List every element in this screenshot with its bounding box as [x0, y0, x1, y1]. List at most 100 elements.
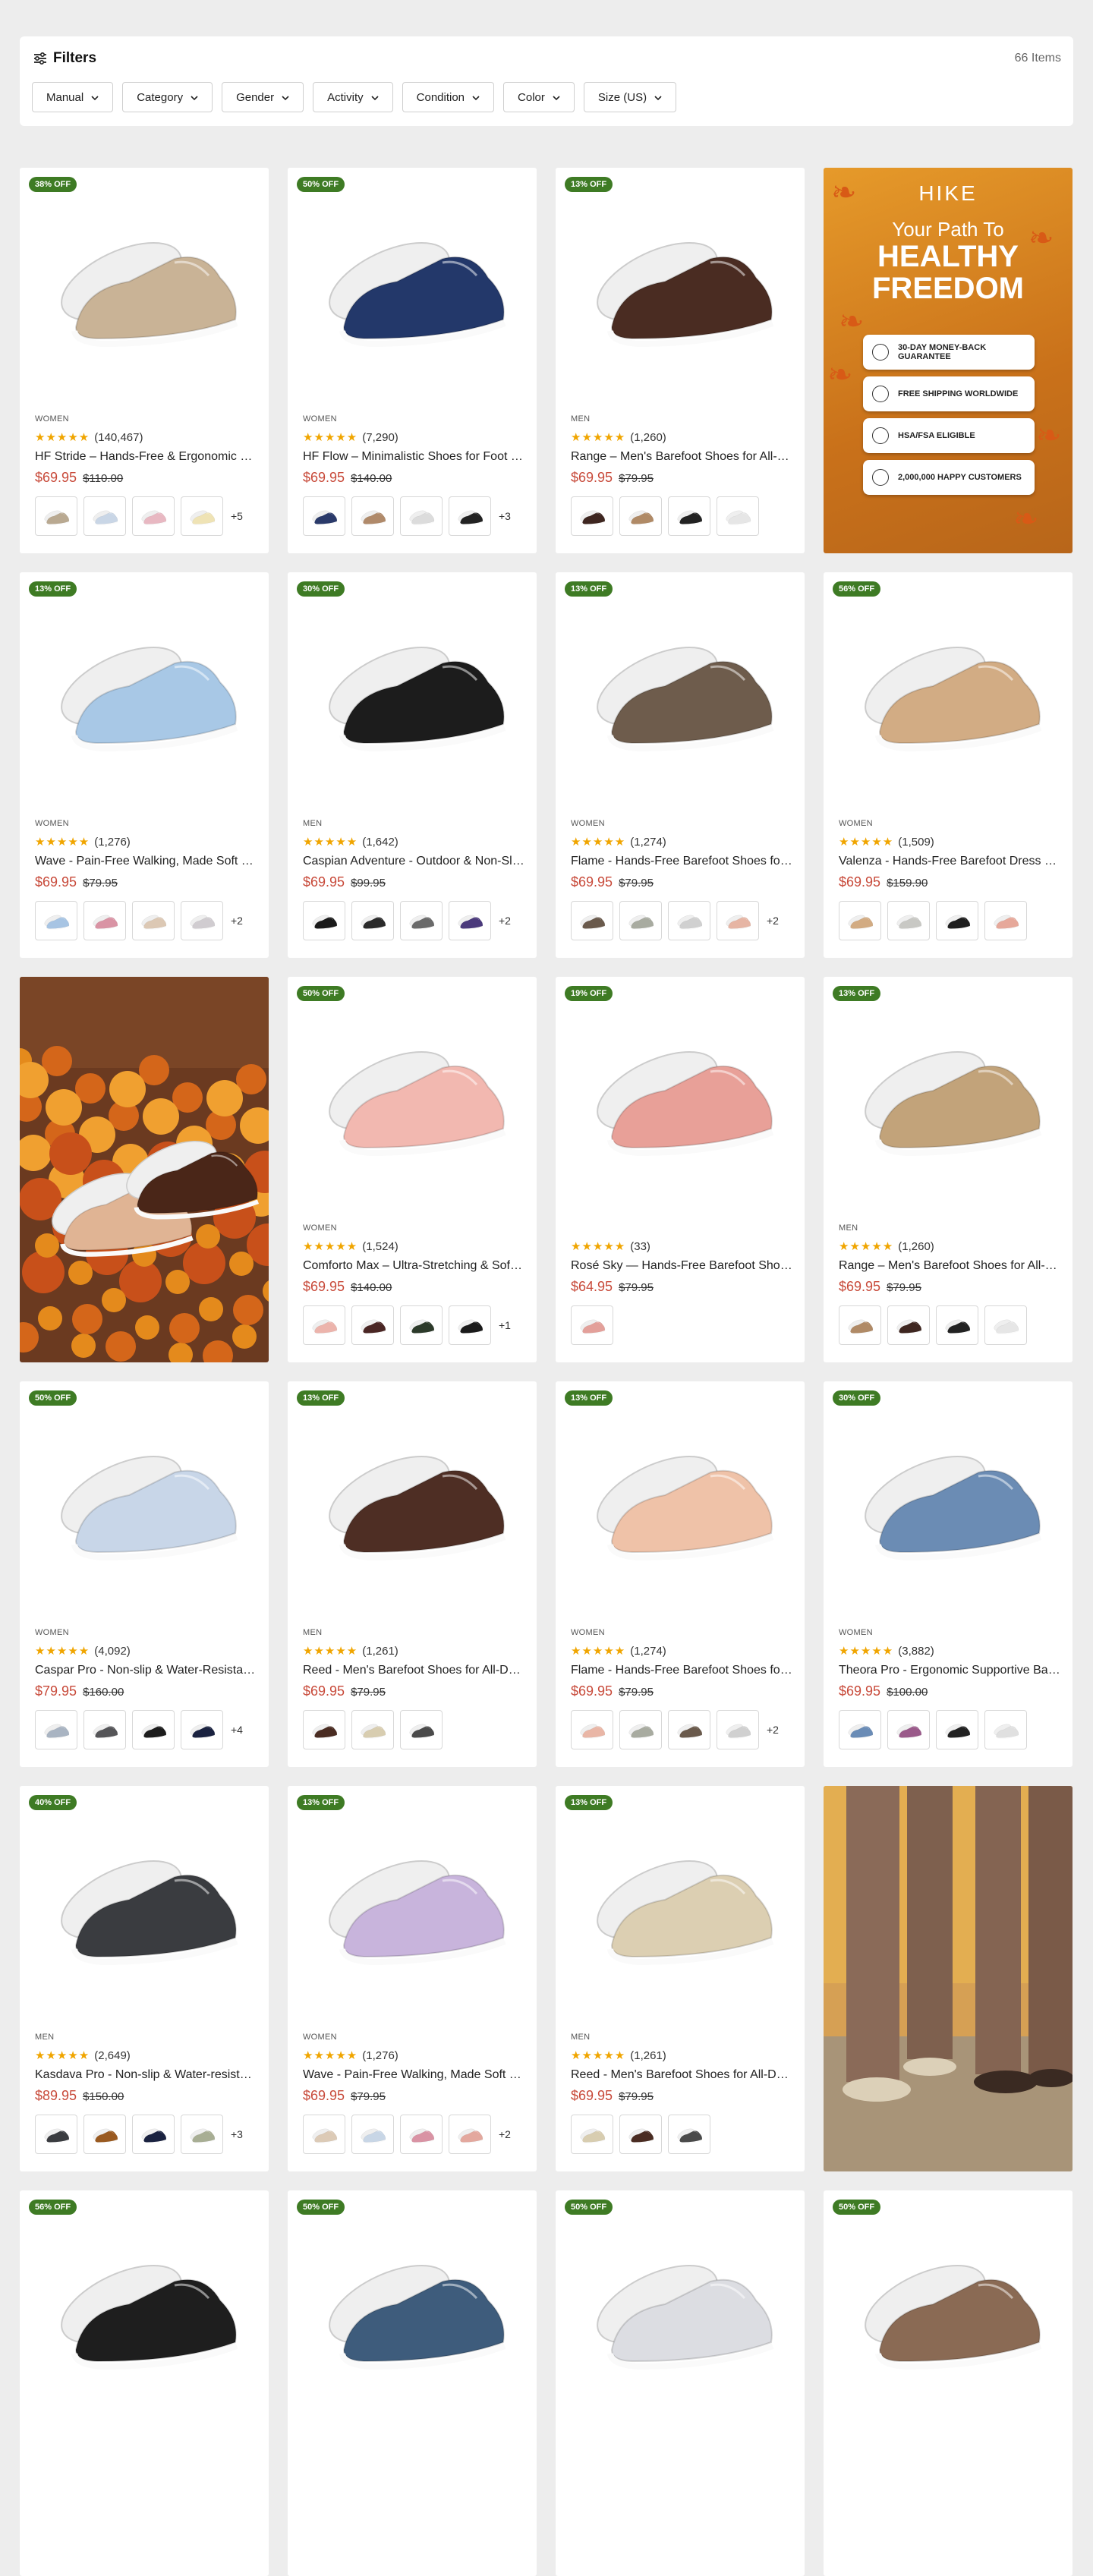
color-swatch[interactable]: [132, 1710, 175, 1749]
product-image[interactable]: [288, 977, 537, 1205]
product-card[interactable]: 50% OFF WOMEN ★★★★★ (7,290) HF Flow – Minima…: [288, 168, 537, 553]
product-title[interactable]: Reed - Men's Barefoot Shoes for All-Day …: [303, 1664, 524, 1677]
product-title[interactable]: Wave - Pain-Free Walking, Made Soft & Si…: [303, 2068, 524, 2082]
product-title[interactable]: Range – Men's Barefoot Shoes for All-Day…: [839, 1259, 1060, 1273]
more-colors[interactable]: +3: [231, 2128, 243, 2140]
product-title[interactable]: Caspian Adventure - Outdoor & Non-Slip B…: [303, 855, 524, 868]
filters-header[interactable]: Filters: [33, 50, 96, 67]
product-image[interactable]: [288, 2190, 537, 2418]
color-swatch[interactable]: [83, 901, 126, 940]
more-colors[interactable]: +2: [499, 915, 511, 927]
product-card[interactable]: 30% OFF MEN ★★★★★ (1,642) Caspian Adventure …: [288, 572, 537, 958]
more-colors[interactable]: +5: [231, 510, 243, 522]
color-swatch[interactable]: [717, 1710, 759, 1749]
product-title[interactable]: Kasdava Pro - Non-slip & Water-resistant…: [35, 2068, 257, 2082]
product-title[interactable]: Comforto Max – Ultra-Stretching & Soft B…: [303, 1259, 524, 1273]
color-swatch[interactable]: [400, 1710, 443, 1749]
product-card[interactable]: 13% OFF MEN ★★★★★ (1,261) Reed - Men's Baref…: [288, 1381, 537, 1767]
color-swatch[interactable]: [571, 1710, 613, 1749]
product-image[interactable]: [288, 1786, 537, 2014]
more-colors[interactable]: +2: [499, 2128, 511, 2140]
color-swatch[interactable]: [887, 901, 930, 940]
color-swatch[interactable]: [668, 496, 710, 536]
color-swatch[interactable]: [619, 901, 662, 940]
filter-activity-dropdown[interactable]: Activity: [313, 82, 393, 112]
product-card[interactable]: 30% OFF WOMEN ★★★★★ (3,882) Theora Pro - Erg…: [824, 1381, 1073, 1767]
product-card[interactable]: 56% OFF: [20, 2190, 269, 2576]
color-swatch[interactable]: [303, 2115, 345, 2154]
color-swatch[interactable]: [887, 1305, 930, 1345]
color-swatch[interactable]: [400, 496, 443, 536]
product-image[interactable]: [824, 977, 1073, 1205]
color-swatch[interactable]: [132, 2115, 175, 2154]
product-card[interactable]: 19% OFF ★★★★★ (33) Rosé Sky — Hands-Free Ba…: [556, 977, 805, 1362]
product-image[interactable]: [288, 168, 537, 395]
product-card[interactable]: 50% OFF: [824, 2190, 1073, 2576]
color-swatch[interactable]: [887, 1710, 930, 1749]
product-image[interactable]: [556, 572, 805, 800]
product-card[interactable]: 50% OFF WOMEN ★★★★★ (1,524) Comforto Max – U…: [288, 977, 537, 1362]
color-swatch[interactable]: [449, 1305, 491, 1345]
product-image[interactable]: [824, 572, 1073, 800]
product-image[interactable]: [288, 1381, 537, 1609]
product-title[interactable]: Wave - Pain-Free Walking, Made Soft & Si…: [35, 855, 257, 868]
product-title[interactable]: HF Flow – Minimalistic Shoes for Foot He…: [303, 450, 524, 464]
color-swatch[interactable]: [400, 2115, 443, 2154]
more-colors[interactable]: +4: [231, 1724, 243, 1736]
product-card[interactable]: 13% OFF MEN ★★★★★ (1,261) Reed - Men's Baref…: [556, 1786, 805, 2171]
color-swatch[interactable]: [181, 901, 223, 940]
color-swatch[interactable]: [351, 901, 394, 940]
color-swatch[interactable]: [132, 901, 175, 940]
filter-color-dropdown[interactable]: Color: [503, 82, 575, 112]
product-card[interactable]: 13% OFF MEN ★★★★★ (1,260) Range – Men's Bare…: [556, 168, 805, 553]
color-swatch[interactable]: [571, 496, 613, 536]
filter-size-us-dropdown[interactable]: Size (US): [583, 82, 677, 112]
product-image[interactable]: [556, 977, 805, 1205]
color-swatch[interactable]: [668, 1710, 710, 1749]
color-swatch[interactable]: [571, 1305, 613, 1345]
color-swatch[interactable]: [351, 2115, 394, 2154]
color-swatch[interactable]: [619, 1710, 662, 1749]
color-swatch[interactable]: [400, 1305, 443, 1345]
product-title[interactable]: Reed - Men's Barefoot Shoes for All-Day …: [571, 2068, 792, 2082]
color-swatch[interactable]: [83, 2115, 126, 2154]
filter-condition-dropdown[interactable]: Condition: [402, 82, 495, 112]
product-title[interactable]: Range – Men's Barefoot Shoes for All-Day…: [571, 450, 792, 464]
product-card[interactable]: 38% OFF WOMEN ★★★★★ (140,467) HF Stride – Ha…: [20, 168, 269, 553]
color-swatch[interactable]: [936, 901, 978, 940]
color-swatch[interactable]: [668, 2115, 710, 2154]
color-swatch[interactable]: [717, 496, 759, 536]
more-colors[interactable]: +1: [499, 1319, 511, 1331]
color-swatch[interactable]: [35, 496, 77, 536]
color-swatch[interactable]: [83, 1710, 126, 1749]
product-image[interactable]: [824, 2190, 1073, 2418]
product-image[interactable]: [288, 572, 537, 800]
color-swatch[interactable]: [351, 496, 394, 536]
color-swatch[interactable]: [35, 901, 77, 940]
product-card[interactable]: 13% OFF WOMEN ★★★★★ (1,276) Wave - Pain-Free…: [288, 1786, 537, 2171]
product-title[interactable]: Caspar Pro - Non-slip & Water-Resistant …: [35, 1664, 257, 1677]
color-swatch[interactable]: [351, 1305, 394, 1345]
lifestyle-photo-autumn-leaves[interactable]: [20, 977, 269, 1362]
lifestyle-photo-walking[interactable]: [824, 1786, 1073, 2171]
filter-manual-dropdown[interactable]: Manual: [32, 82, 114, 112]
color-swatch[interactable]: [132, 496, 175, 536]
product-card[interactable]: 40% OFF MEN ★★★★★ (2,649) Kasdava Pro - Non-…: [20, 1786, 269, 2171]
product-card[interactable]: 13% OFF MEN ★★★★★ (1,260) Range – Men's Bare…: [824, 977, 1073, 1362]
color-swatch[interactable]: [668, 901, 710, 940]
more-colors[interactable]: +2: [231, 915, 243, 927]
product-image[interactable]: [556, 2190, 805, 2418]
color-swatch[interactable]: [839, 901, 881, 940]
color-swatch[interactable]: [619, 496, 662, 536]
product-title[interactable]: Valenza - Hands-Free Barefoot Dress Shoe…: [839, 855, 1060, 868]
more-colors[interactable]: +2: [767, 1724, 779, 1736]
product-card[interactable]: 13% OFF WOMEN ★★★★★ (1,274) Flame - Hands-Fr…: [556, 1381, 805, 1767]
color-swatch[interactable]: [936, 1710, 978, 1749]
color-swatch[interactable]: [351, 1710, 394, 1749]
color-swatch[interactable]: [400, 901, 443, 940]
color-swatch[interactable]: [181, 1710, 223, 1749]
product-image[interactable]: [824, 1381, 1073, 1609]
color-swatch[interactable]: [303, 901, 345, 940]
color-swatch[interactable]: [35, 2115, 77, 2154]
product-title[interactable]: Flame - Hands-Free Barefoot Shoes for Wo…: [571, 1664, 792, 1677]
